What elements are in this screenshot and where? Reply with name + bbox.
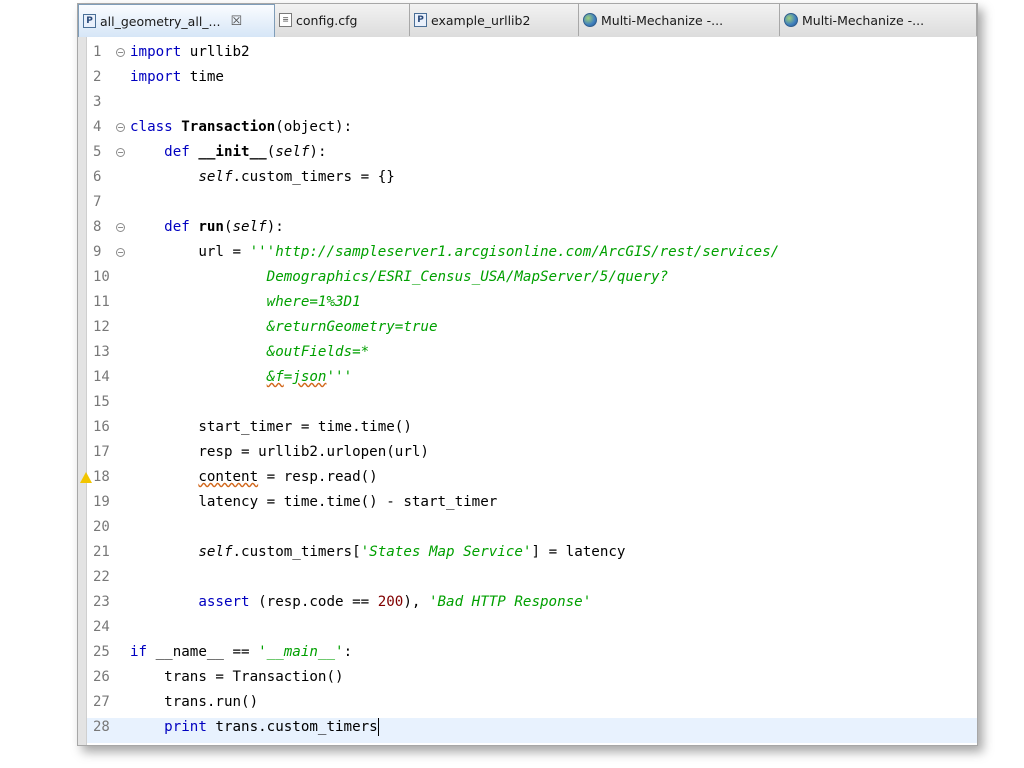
code-line: where=1%3D1 (266, 294, 361, 310)
line-number: 28 (93, 719, 110, 735)
line-number: 13 (93, 344, 110, 360)
editor-window: P all_geometry_all_... ☒ ≡ config.cfg P … (77, 3, 978, 746)
fold-toggle-icon[interactable]: − (116, 123, 125, 132)
code-line: self.custom_timers['States Map Service']… (198, 544, 626, 560)
tab-multi-mechanize-2[interactable]: Multi-Mechanize -... (780, 4, 977, 36)
close-tab-icon[interactable]: ☒ (230, 14, 242, 29)
code-line: print trans.custom_timers (164, 718, 379, 736)
editor-tab-bar: P all_geometry_all_... ☒ ≡ config.cfg P … (78, 4, 977, 38)
code-line: assert (resp.code == 200), 'Bad HTTP Res… (198, 594, 592, 610)
line-number: 10 (93, 269, 110, 285)
tab-label: example_urllib2 (431, 12, 531, 28)
tab-label: config.cfg (296, 12, 358, 28)
line-number: 17 (93, 444, 110, 460)
line-number: 26 (93, 669, 110, 685)
line-number: 4 (93, 119, 102, 135)
line-number: 3 (93, 94, 102, 110)
warning-icon[interactable] (80, 472, 92, 483)
code-line: latency = time.time() - start_timer (198, 494, 498, 510)
code-line: content = resp.read() (198, 469, 378, 485)
tab-label: all_geometry_all_... (100, 13, 221, 29)
python-file-icon: P (83, 14, 96, 28)
code-line: if __name__ == '__main__': (130, 644, 353, 660)
line-number: 16 (93, 419, 110, 435)
code-line: import urllib2 (130, 44, 250, 60)
text-file-icon: ≡ (279, 13, 292, 27)
line-number: 5 (93, 144, 102, 160)
line-number: 7 (93, 194, 102, 210)
line-number: 20 (93, 519, 110, 535)
tab-multi-mechanize-1[interactable]: Multi-Mechanize -... (579, 4, 780, 36)
line-number: 14 (93, 369, 110, 385)
code-line: class Transaction(object): (130, 119, 353, 135)
code-line: start_timer = time.time() (198, 419, 412, 435)
fold-toggle-icon[interactable]: − (116, 248, 125, 257)
code-line: def run(self): (164, 219, 284, 235)
tab-config[interactable]: ≡ config.cfg (275, 4, 410, 36)
code-line: import time (130, 69, 224, 85)
line-number: 9 (93, 244, 102, 260)
annotation-ruler (78, 37, 87, 745)
code-line: &returnGeometry=true (266, 319, 438, 335)
text-caret (377, 718, 379, 736)
line-number: 24 (93, 619, 110, 635)
line-number: 27 (93, 694, 110, 710)
code-line: trans = Transaction() (164, 669, 344, 685)
line-number: 2 (93, 69, 102, 85)
tab-example-urllib2[interactable]: P example_urllib2 (410, 4, 579, 36)
line-number: 1 (93, 44, 102, 60)
code-line: &f=json''' (266, 369, 353, 385)
fold-toggle-icon[interactable]: − (116, 148, 125, 157)
line-number: 12 (93, 319, 110, 335)
code-line: trans.run() (164, 694, 259, 710)
globe-icon (583, 13, 597, 27)
python-file-icon: P (414, 13, 427, 27)
line-number: 6 (93, 169, 102, 185)
line-number: 19 (93, 494, 110, 510)
fold-toggle-icon[interactable]: − (116, 223, 125, 232)
code-line: Demographics/ESRI_Census_USA/MapServer/5… (266, 269, 669, 285)
tab-all-geometry[interactable]: P all_geometry_all_... ☒ (78, 4, 275, 37)
code-line: resp = urllib2.urlopen(url) (198, 444, 429, 460)
line-number: 23 (93, 594, 110, 610)
code-editor[interactable]: 1 2 3 4 5 6 7 8 9 10 11 12 13 14 15 16 1… (78, 37, 977, 745)
code-line: def __init__(self): (164, 144, 327, 160)
code-line: url = '''http://sampleserver1.arcgisonli… (198, 244, 780, 260)
globe-icon (784, 13, 798, 27)
line-number: 22 (93, 569, 110, 585)
line-number: 25 (93, 644, 110, 660)
tab-label: Multi-Mechanize -... (802, 12, 925, 28)
line-number: 18 (93, 469, 110, 485)
line-number: 11 (93, 294, 110, 310)
line-number: 15 (93, 394, 110, 410)
tab-label: Multi-Mechanize -... (601, 12, 724, 28)
line-number: 8 (93, 219, 102, 235)
code-line: &outFields=* (266, 344, 370, 360)
line-number: 21 (93, 544, 110, 560)
code-line: self.custom_timers = {} (198, 169, 395, 185)
fold-toggle-icon[interactable]: − (116, 48, 125, 57)
